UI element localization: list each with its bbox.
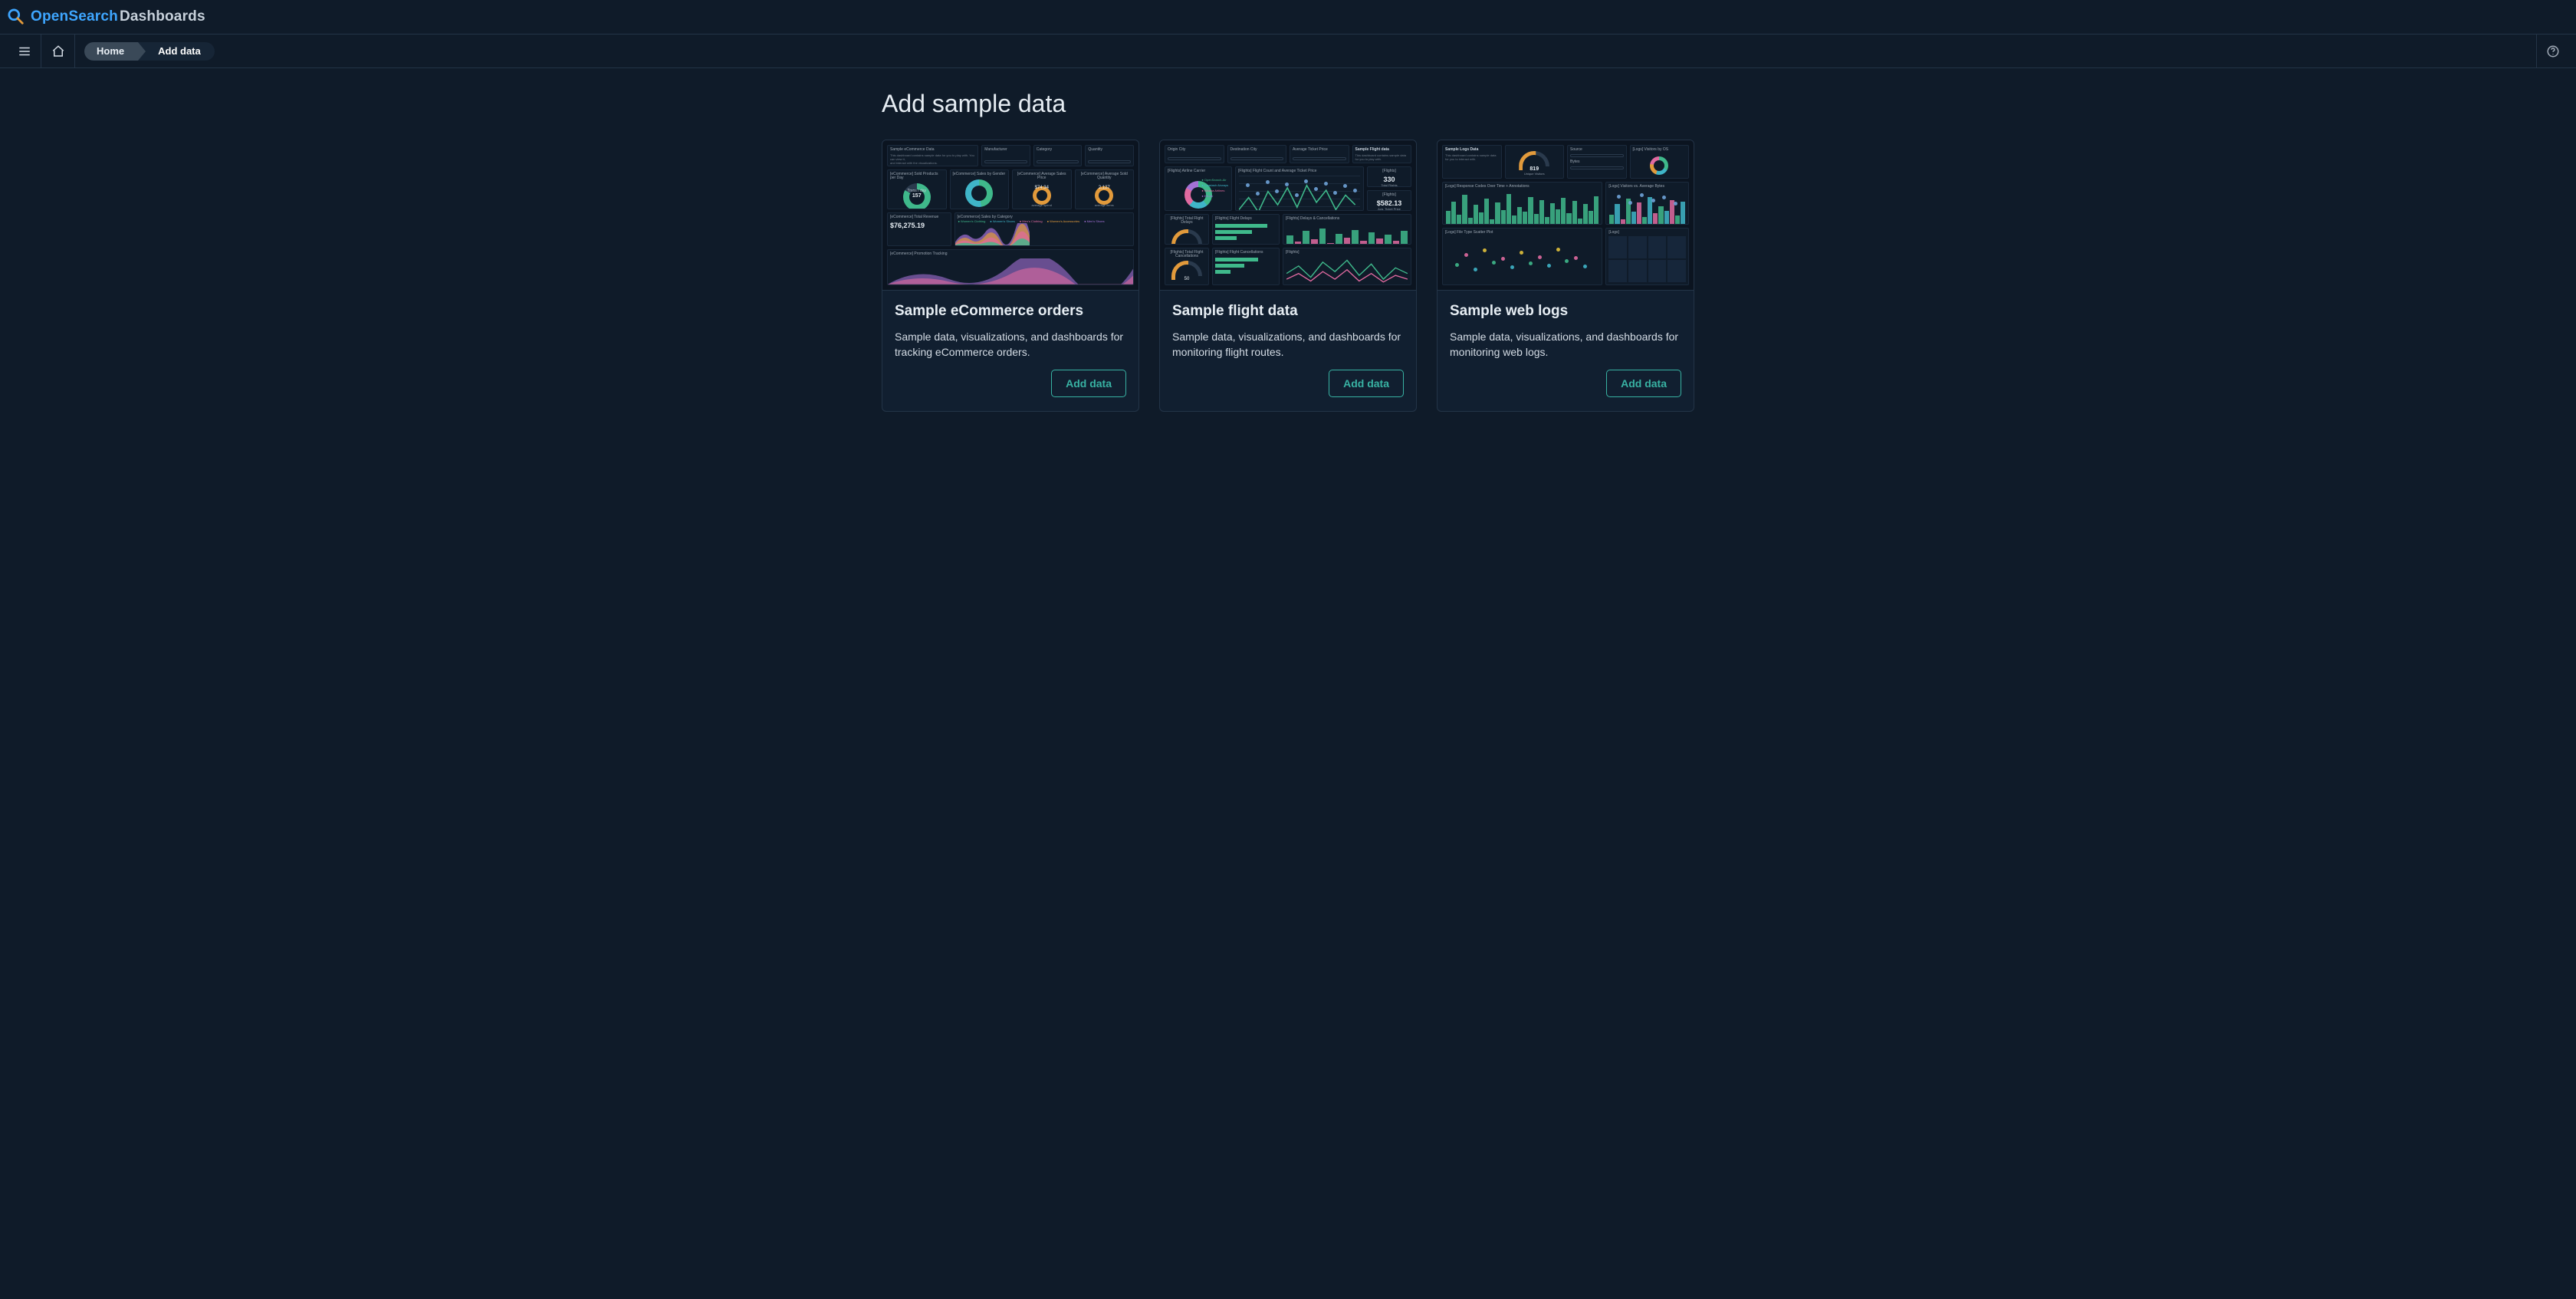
thumb-kpi1-label: Trxns / day	[888, 189, 946, 193]
thumb-visitors: 819	[1508, 166, 1562, 172]
card-flight-thumbnail: Origin City Destination City Average Tic…	[1160, 140, 1416, 291]
add-data-button[interactable]: Add data	[1606, 370, 1681, 397]
card-flight: Origin City Destination City Average Tic…	[1159, 140, 1417, 412]
thumb-avg-ticket-label: Avg. Ticket Price	[1370, 207, 1408, 211]
thumb-avg-price: $74.34	[1013, 186, 1071, 190]
sample-data-cards: Sample eCommerce Data This dashboard con…	[882, 140, 1694, 412]
card-description: Sample data, visualizations, and dashboa…	[1172, 329, 1404, 360]
page: Add sample data Sample eCommerce Data Th…	[866, 68, 1710, 458]
help-icon	[2546, 44, 2560, 58]
help-button[interactable]	[2536, 35, 2568, 68]
card-title: Sample web logs	[1450, 303, 1681, 320]
card-weblogs-thumbnail: Sample Logs Data This dashboard contains…	[1438, 140, 1694, 291]
thumb-total-flights: 330	[1370, 176, 1408, 183]
thumb-header: Sample eCommerce Data	[890, 148, 975, 152]
thumb-gauge-cancel: 50	[1168, 277, 1206, 281]
brand-text: OpenSearchDashboards	[31, 8, 205, 25]
hamburger-icon	[18, 44, 31, 58]
nav-bar: Home Add data	[0, 35, 2576, 68]
page-title: Add sample data	[882, 90, 1694, 118]
thumb-avg-qty: 2,127	[1076, 186, 1134, 190]
card-description: Sample data, visualizations, and dashboa…	[895, 329, 1126, 360]
breadcrumb-current[interactable]: Add data	[138, 42, 215, 61]
brand-name-secondary: Dashboards	[120, 8, 205, 25]
card-weblogs: Sample Logs Data This dashboard contains…	[1437, 140, 1694, 412]
brand-name-primary: OpenSearch	[31, 8, 118, 25]
thumb-header: Sample Flight data	[1355, 148, 1409, 152]
card-description: Sample data, visualizations, and dashboa…	[1450, 329, 1681, 360]
thumb-header: Sample Logs Data	[1445, 148, 1499, 152]
breadcrumbs: Home Add data	[84, 42, 215, 61]
home-icon	[51, 44, 65, 58]
brand-bar: OpenSearchDashboards	[0, 0, 2576, 35]
add-data-button[interactable]: Add data	[1051, 370, 1126, 397]
menu-toggle-button[interactable]	[8, 35, 41, 68]
card-ecommerce: Sample eCommerce Data This dashboard con…	[882, 140, 1139, 412]
breadcrumb-home[interactable]: Home	[84, 42, 138, 61]
card-title: Sample flight data	[1172, 303, 1404, 320]
card-title: Sample eCommerce orders	[895, 303, 1126, 320]
add-data-button[interactable]: Add data	[1329, 370, 1404, 397]
thumb-revenue: $76,275.19	[890, 222, 948, 229]
card-ecommerce-thumbnail: Sample eCommerce Data This dashboard con…	[882, 140, 1138, 291]
thumb-avg-ticket: $582.13	[1370, 199, 1408, 207]
thumb-visitors-label: Unique Visitors	[1508, 172, 1562, 176]
opensearch-logo-icon	[8, 8, 25, 25]
brand-logo[interactable]: OpenSearchDashboards	[8, 8, 205, 25]
thumb-kpi1-value: 157	[888, 193, 946, 199]
home-button[interactable]	[41, 35, 75, 68]
thumb-total-flights-label: Total Flights	[1370, 183, 1408, 187]
